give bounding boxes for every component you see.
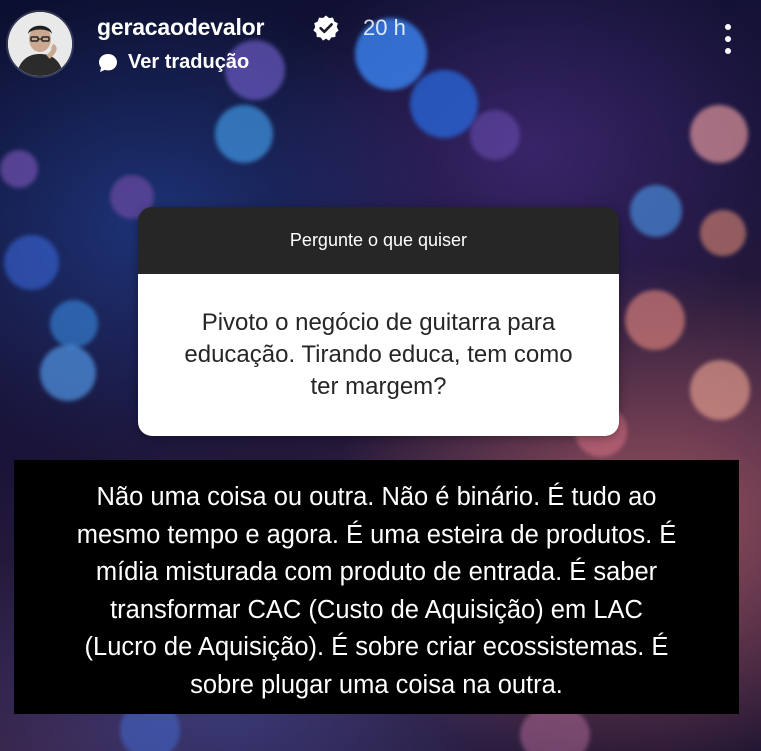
post-time: 20 h: [363, 15, 406, 40]
translate-button[interactable]: Ver tradução: [97, 51, 249, 74]
profile-avatar[interactable]: [8, 12, 72, 76]
answer-line: (Lucro de Aquisição). É sobre criar ecos…: [84, 633, 669, 661]
translate-label: Ver tradução: [128, 51, 250, 73]
answer-line: mesmo tempo e agora. É uma esteira de pr…: [76, 520, 677, 549]
answer-line: transformar CAC (Custo de Aquisição) em …: [110, 595, 643, 624]
question-sticker-title: Pergunte o que quiser: [138, 207, 619, 274]
username[interactable]: geracaodevalor: [97, 14, 264, 41]
avatar-portrait: [8, 12, 72, 76]
more-options-icon[interactable]: [721, 24, 735, 60]
answer-text-block: Não uma coisa ou outra. Não é binário. É…: [14, 460, 739, 714]
question-text: Pivoto o negócio de guitarra para educaç…: [138, 274, 619, 436]
question-sticker: Pergunte o que quiser Pivoto o negócio d…: [138, 207, 619, 436]
answer-line: sobre plugar uma coisa na outra.: [190, 670, 563, 699]
translate-icon: [99, 53, 117, 72]
verified-badge-icon: [313, 15, 339, 41]
answer-line: Não uma coisa ou outra. Não é binário. É…: [96, 483, 657, 511]
answer-line: mídia misturada com produto de entrada. …: [95, 558, 658, 586]
